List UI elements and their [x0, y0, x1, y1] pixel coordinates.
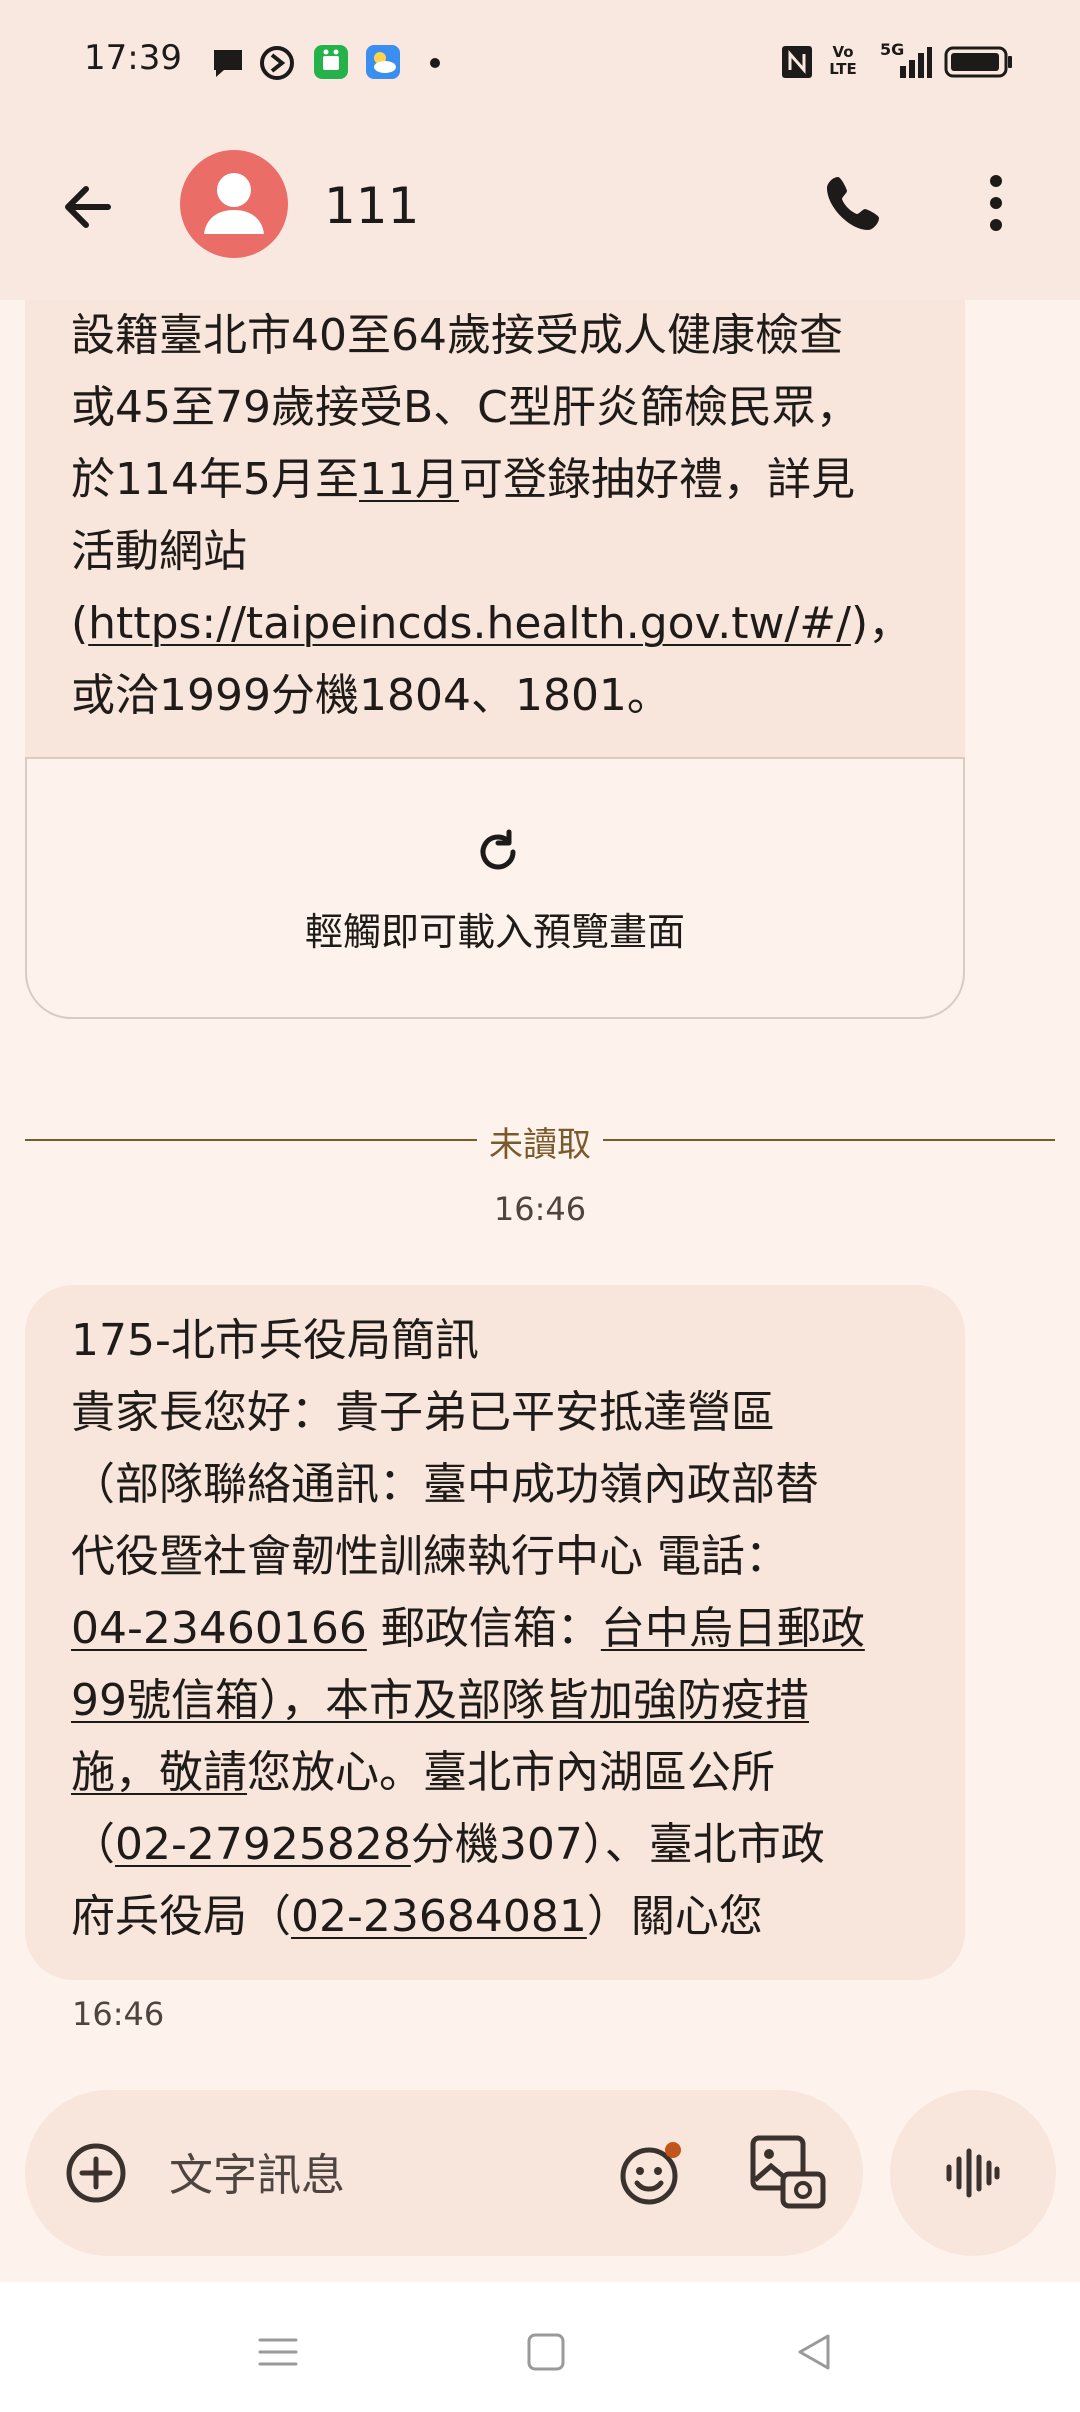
5g-signal-icon	[900, 47, 932, 78]
message-text: （部隊聯絡通訊：臺中成功嶺內政部替	[71, 1459, 819, 1510]
message-line: 99號信箱），本市及部隊皆加強防疫措	[71, 1665, 919, 1737]
message-link[interactable]: 02-23684081	[291, 1891, 587, 1942]
link-preview-card[interactable]: 輕觸即可載入預覽畫面	[25, 757, 965, 1019]
message-text: 設籍臺北市40至64歲接受成人健康檢查	[71, 310, 843, 361]
phone-icon[interactable]	[818, 167, 890, 239]
back-triangle-icon[interactable]	[786, 2324, 842, 2380]
preview-hint: 輕觸即可載入預覽畫面	[304, 910, 685, 954]
message-text: 活動網站	[71, 526, 247, 577]
battery-icon	[944, 46, 1012, 78]
message-text: 175-北市兵役局簡訊	[71, 1315, 479, 1366]
add-circle-icon[interactable]	[63, 2140, 129, 2206]
person-icon	[204, 173, 264, 234]
volte-label: Vo LTE	[829, 43, 857, 78]
weather-icon	[366, 45, 400, 79]
voice-waveform-icon	[946, 2148, 1000, 2198]
voice-record-button[interactable]	[890, 2090, 1056, 2256]
composer-bar	[25, 2090, 863, 2256]
message-text: )，	[850, 598, 913, 649]
status-time: 17:39	[84, 38, 182, 78]
message-text: 郵政信箱：	[366, 1603, 601, 1654]
message-line: 或洽1999分機1804、1801。	[71, 660, 919, 732]
message-text: 府兵役局（	[71, 1891, 291, 1942]
message-link[interactable]: 施，敬請	[71, 1747, 247, 1798]
message-bubble-health[interactable]: 設籍臺北市40至64歲接受成人健康檢查 或45至79歲接受B、C型肝炎篩檢民眾， 於…	[25, 300, 965, 758]
system-nav-bar	[0, 2282, 1080, 2412]
message-input[interactable]	[167, 2138, 611, 2212]
message-text: 您放心。臺北市內湖區公所	[247, 1747, 775, 1798]
message-line: 府兵役局（02-23684081）關心您	[71, 1881, 919, 1953]
unread-divider-right	[603, 1139, 1055, 1141]
more-vert-icon[interactable]	[960, 167, 1032, 239]
status-bar: 17:39 Vo LTE 5G	[0, 0, 1080, 125]
contact-avatar[interactable]	[180, 150, 288, 258]
back-arrow-icon[interactable]	[52, 171, 124, 243]
message-link[interactable]: 台中烏日郵政	[601, 1603, 865, 1654]
message-text: ）關心您	[586, 1891, 763, 1942]
message-text: 分機307）、臺北市政	[410, 1819, 825, 1870]
message-line: 175-北市兵役局簡訊	[71, 1305, 919, 1377]
gallery-camera-icon[interactable]	[747, 2132, 827, 2212]
unread-time: 16:46	[493, 1190, 587, 1228]
message-line: 於114年5月至11月可登錄抽好禮，詳見	[71, 444, 919, 516]
message-line: （部隊聯絡通訊：臺中成功嶺內政部替	[71, 1449, 919, 1521]
message-line: 施，敬請您放心。臺北市內湖區公所	[71, 1737, 919, 1809]
nfc-icon	[782, 46, 812, 78]
message-text: 於114年5月至	[71, 454, 359, 505]
menu-lines-icon[interactable]	[250, 2324, 306, 2380]
green-app-icon	[314, 45, 348, 79]
message-line: 或45至79歲接受B、C型肝炎篩檢民眾，	[71, 372, 919, 444]
message-text: 可登錄抽好禮，詳見	[458, 454, 855, 505]
volte-icon: Vo LTE	[828, 44, 858, 78]
message-line: (https://taipeincds.health.gov.tw/#/)，	[71, 588, 919, 660]
message-line: 04-23460166 郵政信箱：台中烏日郵政	[71, 1593, 919, 1665]
message-line: 活動網站	[71, 516, 919, 588]
message-line: 貴家長您好：貴子弟已平安抵達營區	[71, 1377, 919, 1449]
unread-label: 未讀取	[489, 1125, 591, 1165]
message-text: （	[71, 1819, 115, 1870]
app-bar: 111	[0, 125, 1080, 300]
message-line: （02-27925828分機307）、臺北市政	[71, 1809, 919, 1881]
message-text: 或洽1999分機1804、1801。	[71, 670, 671, 721]
dot-icon	[430, 58, 440, 68]
emoji-icon[interactable]	[615, 2136, 689, 2210]
message-text: 貴家長您好：貴子弟已平安抵達營區	[71, 1387, 775, 1438]
message-link[interactable]: 99號信箱），本市及部隊皆加強防疫措	[71, 1675, 809, 1726]
message-text: 代役暨社會韌性訓練執行中心 電話：	[71, 1531, 789, 1582]
message-link[interactable]: 04-23460166	[71, 1603, 367, 1654]
message-link[interactable]: https://taipeincds.health.gov.tw/#/	[88, 598, 851, 649]
message-link[interactable]: 02-27925828	[115, 1819, 411, 1870]
message-line: 代役暨社會韌性訓練執行中心 電話：	[71, 1521, 919, 1593]
message-line: 設籍臺北市40至64歲接受成人健康檢查	[71, 300, 919, 372]
message-link[interactable]: 11月	[359, 454, 459, 505]
message-text: (	[71, 598, 89, 649]
messages-screen: 17:39 Vo LTE 5G 111 設籍臺北市40至64歲接受成人健康檢查 …	[0, 0, 1080, 2412]
logo-circle-icon	[260, 46, 294, 80]
chat-bubble-icon	[214, 50, 242, 77]
home-square-icon[interactable]	[518, 2324, 574, 2380]
message-bubble-military[interactable]: 175-北市兵役局簡訊貴家長您好：貴子弟已平安抵達營區 （部隊聯絡通訊：臺中成功嶺…	[25, 1285, 965, 1980]
message-text: 或45至79歲接受B、C型肝炎篩檢民眾，	[71, 382, 860, 433]
reload-icon	[480, 829, 516, 870]
unread-divider-left	[25, 1139, 477, 1141]
contact-name: 111	[324, 177, 420, 235]
message-time: 16:46	[72, 1995, 165, 2033]
